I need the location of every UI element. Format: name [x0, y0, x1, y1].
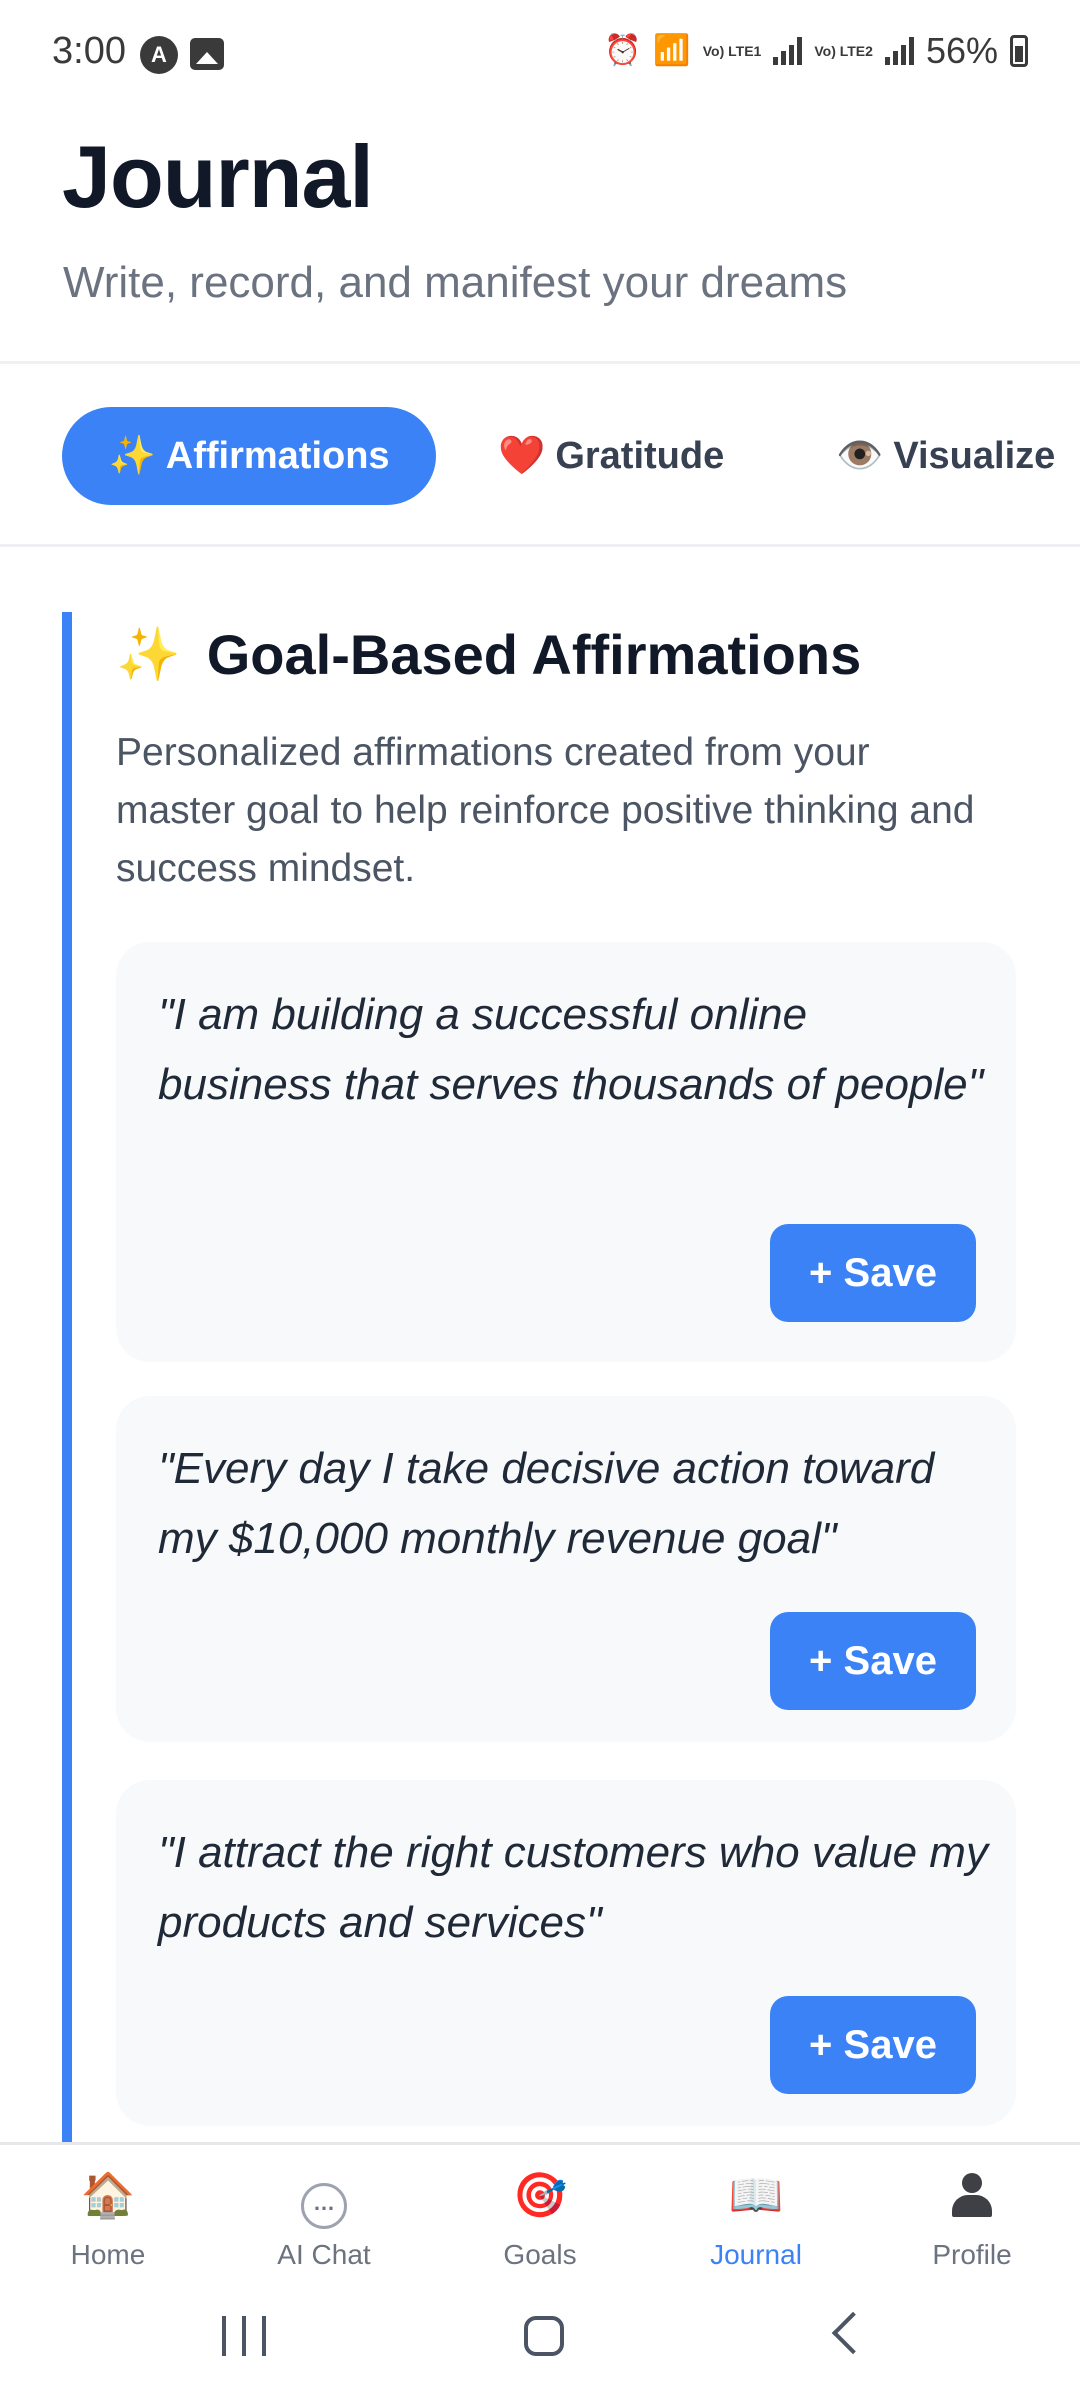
target-icon: 🎯 — [512, 2171, 568, 2220]
tab-affirmations[interactable]: ✨ Affirmations — [62, 407, 436, 505]
affirmation-quote: "I attract the right customers who value… — [158, 1828, 988, 1947]
signal-icon — [773, 37, 803, 65]
chat-bubble-icon: … — [301, 2183, 347, 2229]
page-title: Journal — [62, 127, 374, 226]
section-description: Personalized affirmations created from y… — [116, 731, 975, 890]
page-subtitle: Write, record, and manifest your dreams — [63, 258, 848, 307]
battery-icon — [1010, 35, 1028, 67]
nav-label: Profile — [932, 2239, 1012, 2270]
nav-label: Goals — [503, 2239, 577, 2270]
home-icon: 🏠 — [80, 2171, 136, 2220]
affirmation-card: "I am building a successful online busin… — [116, 942, 1016, 1362]
tab-gratitude[interactable]: ❤️ Gratitude — [498, 407, 724, 505]
tab-label: Visualize — [893, 434, 1056, 477]
affirmation-card: "Every day I take decisive action toward… — [116, 1396, 1016, 1742]
image-icon — [190, 38, 224, 70]
notification-a-icon: A — [140, 36, 178, 74]
nav-item-journal[interactable]: 📖 Journal — [648, 2145, 864, 2285]
signal-icon — [884, 37, 914, 65]
save-button[interactable]: + Save — [770, 1996, 976, 2094]
affirmation-card: "I attract the right customers who value… — [116, 1780, 1016, 2126]
home-button[interactable] — [524, 2316, 564, 2356]
lte2-label: Vo) LTE2 — [814, 42, 873, 59]
nav-label: AI Chat — [277, 2239, 371, 2270]
sparkles-icon: ✨ — [116, 626, 181, 684]
tab-visualize[interactable]: 👁️ Visualize — [836, 407, 1055, 505]
tab-label: Gratitude — [555, 434, 725, 477]
alarm-icon: ⏰ — [604, 34, 642, 67]
nav-label: Journal — [710, 2239, 802, 2270]
status-bar: 3:00 A ⏰ 📶 Vo) LTE1 Vo) LTE2 56% — [0, 0, 1080, 100]
lte1-label: Vo) LTE1 — [702, 42, 762, 59]
wifi-icon: 📶 — [653, 34, 691, 67]
save-button[interactable]: + Save — [770, 1612, 976, 1710]
save-button[interactable]: + Save — [770, 1224, 976, 1322]
nav-item-ai-chat[interactable]: … AI Chat — [216, 2145, 432, 2285]
tab-label: Affirmations — [165, 434, 390, 477]
nav-item-profile[interactable]: Profile — [864, 2145, 1080, 2285]
affirmation-quote: "I am building a successful online busin… — [158, 990, 984, 1109]
journal-tabs: ✨ Affirmations ❤️ Gratitude 👁️ Visualize — [0, 367, 1080, 547]
status-time: 3:00 — [52, 30, 126, 72]
journal-screen: 3:00 A ⏰ 📶 Vo) LTE1 Vo) LTE2 56% Journal… — [0, 0, 1080, 2400]
affirmation-quote: "Every day I take decisive action toward… — [158, 1444, 935, 1563]
page-header: Journal Write, record, and manifest your… — [0, 100, 1080, 364]
nav-label: Home — [70, 2239, 146, 2270]
nav-icon-wrap: … — [216, 2171, 432, 2229]
bottom-nav: 🏠 Home … AI Chat 🎯 Goals 📖 Journal Profi… — [0, 2142, 1080, 2282]
nav-icon-wrap — [864, 2171, 1080, 2228]
back-button[interactable] — [831, 2311, 875, 2355]
profile-icon — [950, 2171, 994, 2217]
nav-item-goals[interactable]: 🎯 Goals — [432, 2145, 648, 2285]
section-title: ✨ Goal-Based Affirmations — [116, 622, 861, 687]
affirmations-section: ✨ Goal-Based Affirmations Personalized a… — [62, 612, 1022, 2142]
heart-icon: ❤️ — [498, 435, 546, 477]
sparkles-icon: ✨ — [108, 435, 156, 477]
eye-icon: 👁️ — [836, 435, 884, 477]
battery-percent: 56% — [925, 30, 998, 71]
status-indicators: ⏰ 📶 Vo) LTE1 Vo) LTE2 56% — [604, 28, 1028, 74]
section-title-text: Goal-Based Affirmations — [206, 623, 862, 686]
system-nav-bar — [0, 2282, 1080, 2400]
nav-item-home[interactable]: 🏠 Home — [0, 2145, 216, 2285]
recents-button[interactable] — [222, 2316, 266, 2356]
book-icon: 📖 — [728, 2171, 784, 2220]
section-accent-bar — [62, 612, 72, 2142]
